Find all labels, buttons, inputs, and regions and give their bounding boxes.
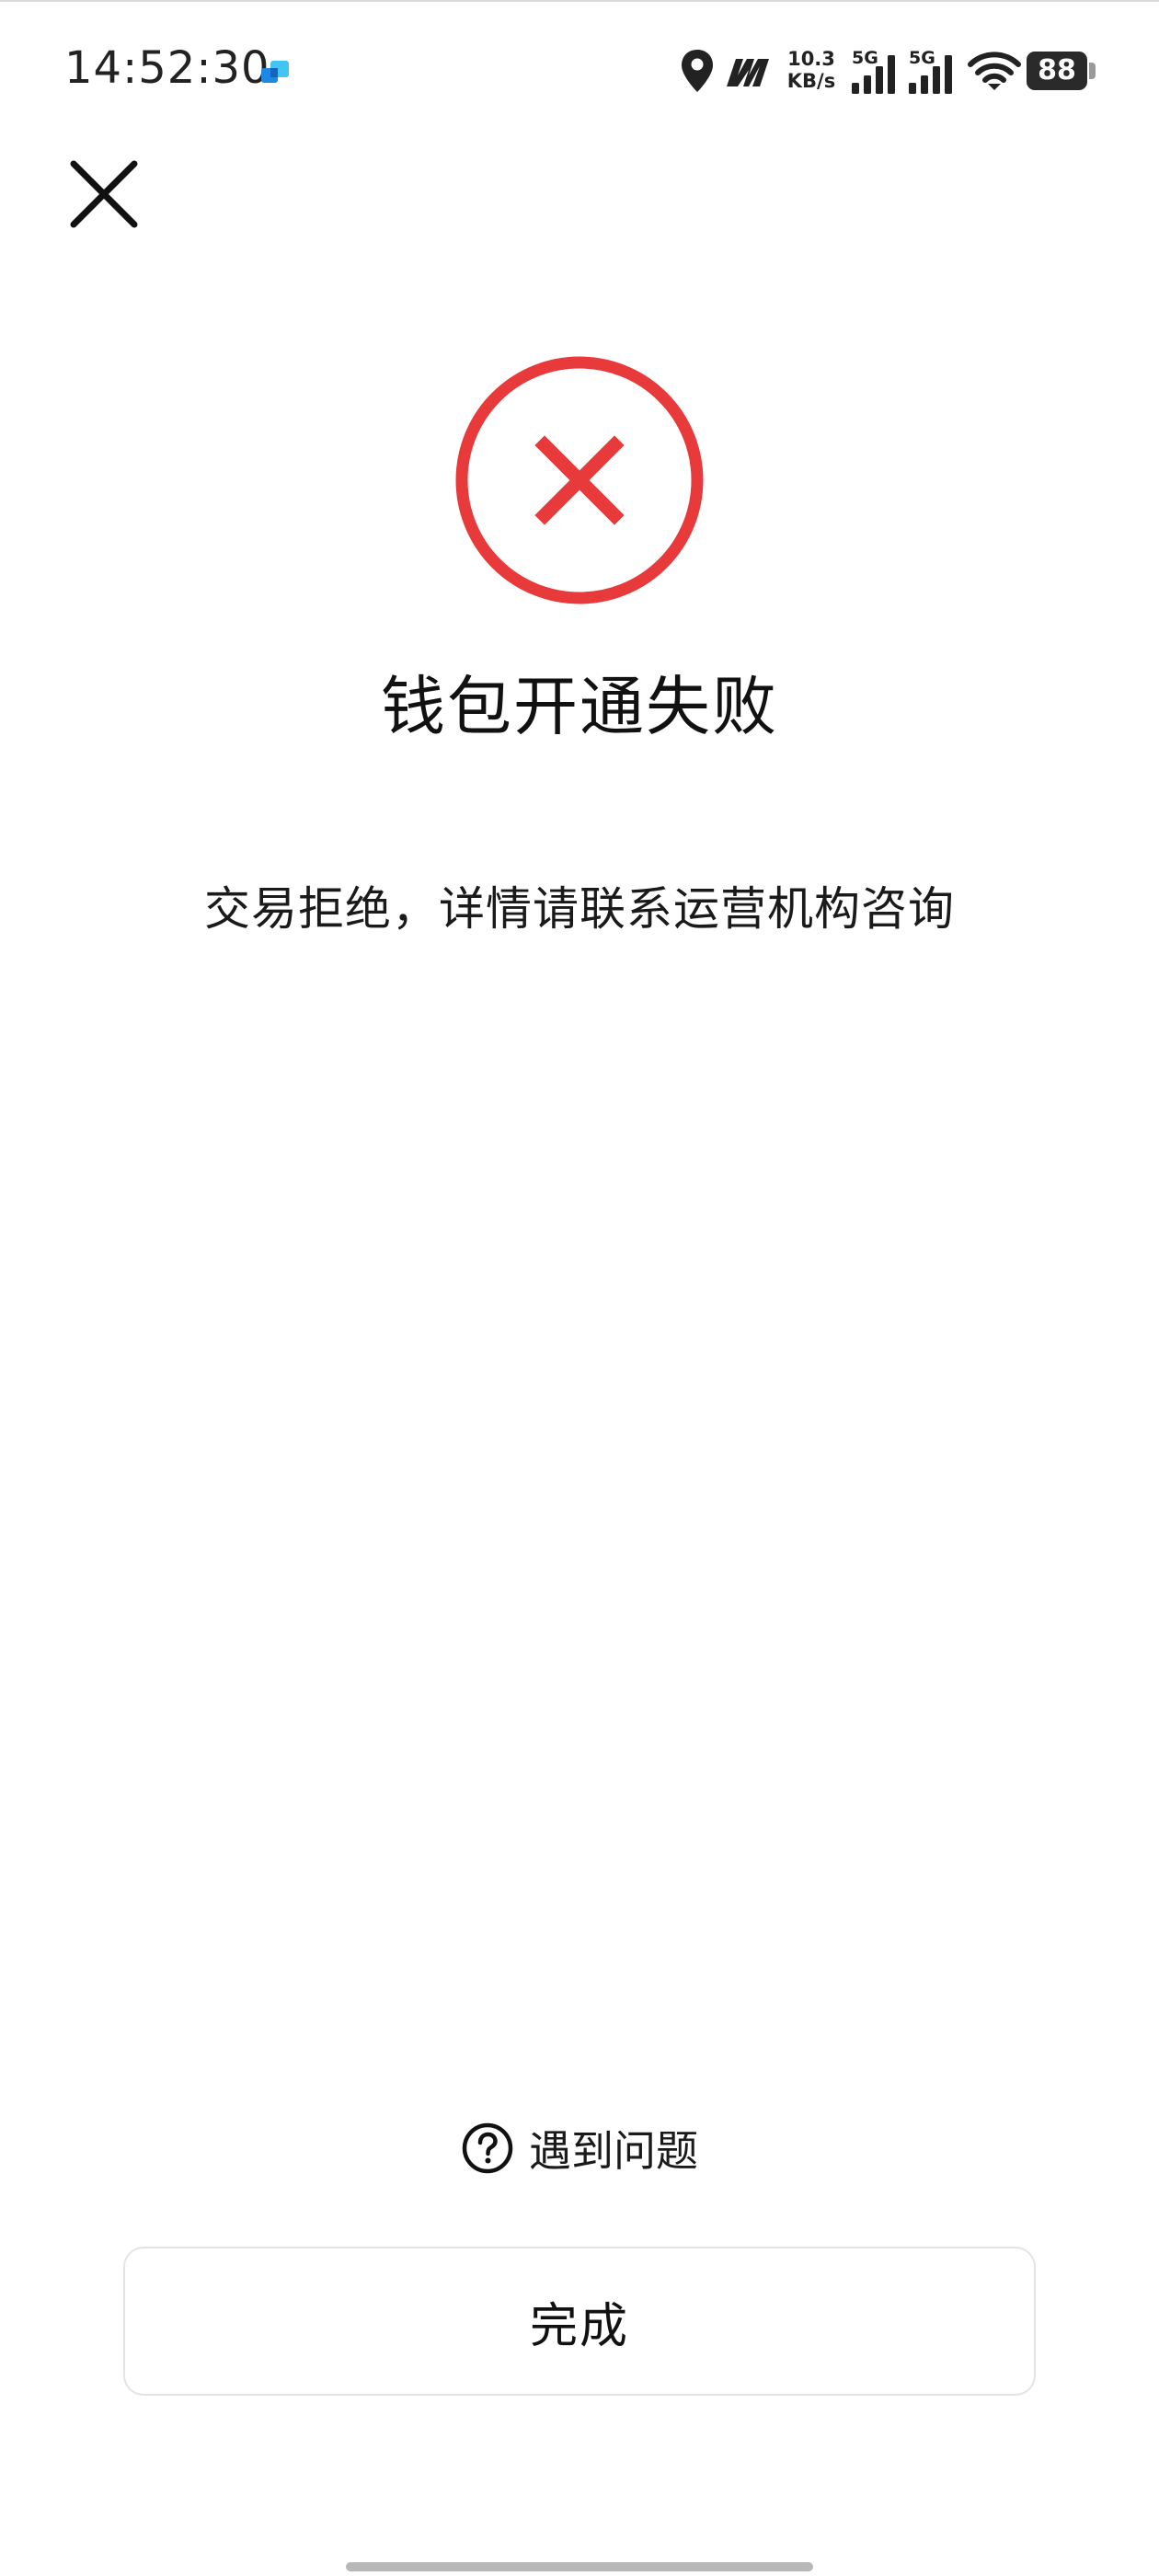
battery-indicator: 88 [1027, 52, 1096, 90]
done-label: 完成 [529, 2298, 629, 2354]
help-label: 遇到问题 [529, 2126, 698, 2176]
home-indicator[interactable] [346, 2562, 813, 2571]
signal-sim1: 5G [850, 48, 901, 96]
result-title: 钱包开通失败 [381, 669, 778, 744]
signal-sim2: 5G [907, 48, 958, 96]
network-speed: 10.3 KB/s [784, 48, 839, 121]
done-button[interactable]: 完成 [123, 2247, 1036, 2396]
signal-bars-icon [909, 55, 952, 94]
error-circle-icon [455, 356, 704, 604]
network-speed-unit: KB/s [786, 70, 836, 92]
app-notification-icon [261, 61, 289, 83]
top-edge [0, 0, 1159, 2]
battery-level: 88 [1038, 54, 1076, 86]
battery-tip [1089, 63, 1096, 79]
m-app-icon [727, 59, 769, 86]
network-speed-value: 10.3 [787, 48, 835, 70]
help-link[interactable]: 遇到问题 [0, 2118, 1159, 2179]
wifi-icon [968, 52, 1021, 90]
result-message: 交易拒绝，详情请联系运营机构咨询 [204, 882, 955, 936]
close-icon[interactable] [64, 155, 143, 234]
signal-bars-icon [852, 55, 895, 94]
location-icon [682, 50, 713, 92]
status-time: 14:52:30 [64, 42, 270, 94]
status-bar: 14:52:30 10.3 KB/s 5G 5G 88 [0, 35, 1159, 109]
question-circle-icon [462, 2122, 513, 2174]
